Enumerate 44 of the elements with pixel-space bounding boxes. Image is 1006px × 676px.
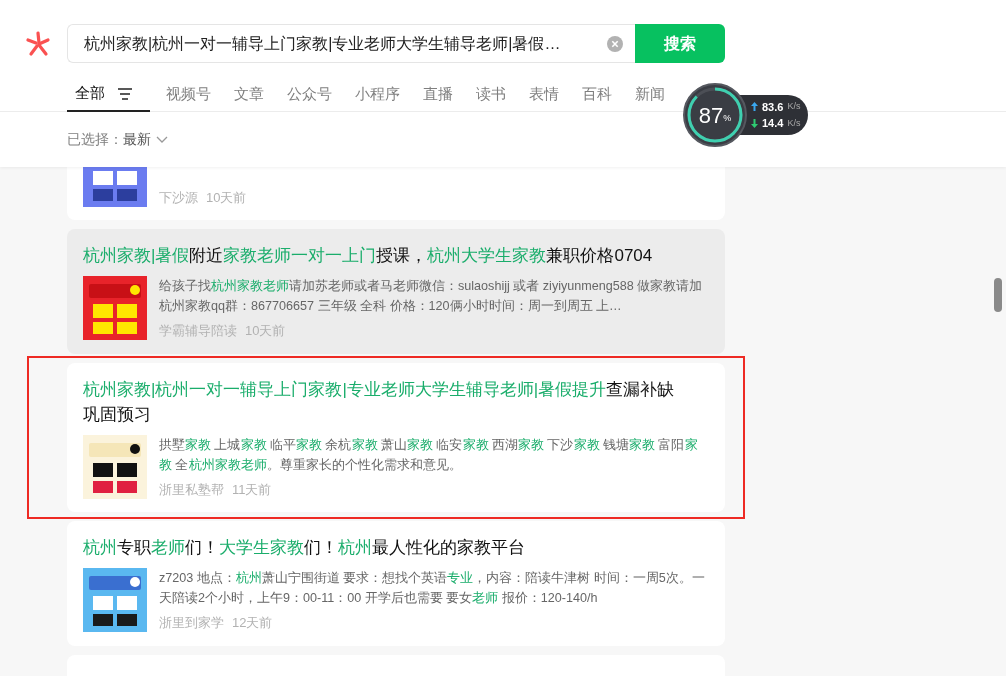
- download-arrow-icon: [751, 118, 758, 128]
- tab[interactable]: 文章: [234, 77, 264, 112]
- tab[interactable]: 百科: [582, 77, 612, 112]
- search-button[interactable]: 搜索: [635, 24, 725, 63]
- percent-unit: %: [723, 113, 732, 126]
- result-time: 12天前: [232, 614, 273, 632]
- result-time: 11天前: [232, 480, 272, 499]
- result-card[interactable]: 杭州家教|杭州一对一辅导上门家教|专业老师大学生辅导老师|暑假提升查漏补缺巩固预习 拱墅家教 上城家教 临平家教 余杭家教 萧山家教 临安家教 西湖家教 下沙家教 钱塘家教 富阳家教 全杭州家教老师。尊重家长的个性化需求和意见。 浙里私塾帮 11天前: [67, 362, 725, 512]
- upload-arrow-icon: [751, 102, 758, 112]
- download-speed: 14.4: [762, 116, 784, 131]
- download-unit: K/s: [787, 116, 801, 130]
- result-source[interactable]: 下沙源: [159, 187, 198, 207]
- search-query: 杭州家教|杭州一对一辅导上门家教|专业老师大学生辅导老师|暑假…: [84, 33, 562, 54]
- chevron-icon: [156, 135, 168, 144]
- tab[interactable]: 直播: [423, 77, 453, 112]
- result-title[interactable]: 杭州专职老师们！大学生家教们！杭州最人性化的家教平台: [83, 535, 709, 560]
- clear-icon[interactable]: [607, 35, 623, 52]
- result-time: 10天前: [245, 322, 286, 340]
- tab[interactable]: 新闻: [635, 77, 665, 112]
- tab[interactable]: 读书: [476, 77, 506, 112]
- result-snippet: z7203 地点：杭州萧山宁围街道 要求：想找个英语专业，内容：陪读牛津树 时间：一周5次。一天陪读2个小时，上午9：00-11：00 开学后也需要 要女老师 报价：120-140/h: [159, 570, 706, 607]
- upload-speed: 83.6: [762, 99, 784, 115]
- result-card[interactable]: 杭州专职老师们！大学生家教们！杭州最人性化的家教平台 z7203 地点：杭州萧山宁围街道 要求：想找个英语专业，内容：陪读牛津树 时间：一周5次。一天陪读2个小时，上午9：00-11：00 开学后也需要 要女老师 报价：120-140/h 浙里到家学 12天前: [67, 521, 725, 646]
- usage-percent: 87: [698, 101, 724, 130]
- tab[interactable]: 视频号: [166, 77, 211, 112]
- result-title[interactable]: 杭州家教|暑假附近家教老师一对一上门授课，杭州大学生家教兼职价格0704: [83, 243, 709, 268]
- filter-label: 已选择：: [67, 130, 123, 149]
- upload-unit: K/s: [787, 100, 801, 113]
- result-title[interactable]: 杭州家教|杭州一对一辅导上门家教|专业老师大学生辅导老师|暑假提升查漏补缺巩固预习: [83, 376, 709, 427]
- tab[interactable]: 表情: [529, 77, 559, 112]
- result-source[interactable]: 浙里私塾帮: [159, 479, 224, 499]
- tab[interactable]: 公众号: [287, 77, 332, 112]
- result-snippet: 拱墅家教 上城家教 临平家教 余杭家教 萧山家教 临安家教 西湖家教 下沙家教 钱塘家教 富阳家教 全杭州家教老师。尊重家长的个性化需求和意见。: [159, 436, 699, 474]
- sort-dropdown[interactable]: 最新: [123, 129, 168, 150]
- logo-icon[interactable]: [26, 30, 52, 57]
- result-card[interactable]: 下沙源 10天前: [67, 167, 725, 220]
- scrollbar-thumb[interactable]: [994, 278, 1002, 312]
- tab[interactable]: 全部: [67, 77, 150, 112]
- search-field[interactable]: 杭州家教|杭州一对一辅导上门家教|专业老师大学生辅导老师|暑假…: [67, 24, 635, 63]
- result-source[interactable]: 浙里到家学: [159, 613, 224, 633]
- filter-icon[interactable]: [118, 87, 132, 100]
- result-snippet: 给孩子找杭州家教老师请加苏老师或者马老师微信：sulaoshijj 或者 ziyiyunmeng588 做家教请加杭州家教qq群：867706657 三年级 全科 价格：120俩小时时间：周一到周五 上…: [159, 278, 704, 315]
- result-time: 10天前: [206, 188, 247, 207]
- tab[interactable]: 小程序: [355, 77, 400, 112]
